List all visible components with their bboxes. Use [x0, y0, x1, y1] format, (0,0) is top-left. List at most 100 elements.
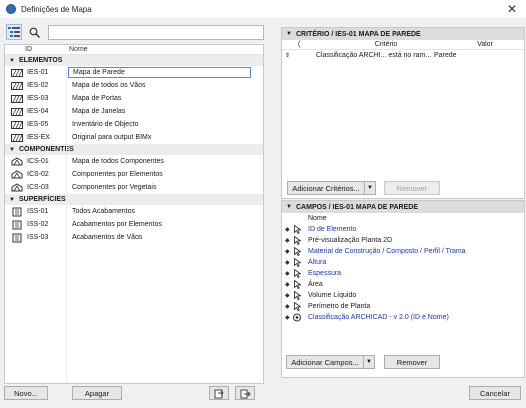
- field-row[interactable]: ◆ ID de Elemento: [282, 224, 524, 235]
- add-criteria-button[interactable]: Adicionar Critérios...: [287, 181, 365, 195]
- tree-row[interactable]: IES-02 Mapa de todos os Vãos: [5, 79, 263, 92]
- pointer-icon: [291, 225, 303, 234]
- add-fields-button[interactable]: Adicionar Campos...: [286, 355, 364, 369]
- field-row[interactable]: ◆ Pré-visualização Planta 2D: [282, 235, 524, 246]
- row-id: ISS-03: [27, 234, 49, 241]
- field-name: Classificação ARCHICAD - v 2.0 (ID e Nom…: [308, 314, 449, 321]
- field-row[interactable]: ◆ Material de Construção / Composto / Per…: [282, 246, 524, 257]
- tree-row[interactable]: IES-03 Mapa de Portas: [5, 92, 263, 105]
- cancel-button[interactable]: Cancelar: [469, 386, 521, 400]
- row-name: Acabamentos por Elementos: [72, 221, 162, 228]
- collapse-caret-icon[interactable]: ▼: [9, 58, 19, 64]
- row-name: Componentes por Vegetais: [72, 184, 157, 191]
- field-row[interactable]: ◆ Classificação ARCHICAD - v 2.0 (ID e No…: [282, 312, 524, 323]
- list-toolbar: [4, 22, 268, 42]
- group-elementos[interactable]: ▼ ELEMENTOS: [5, 55, 263, 66]
- export-button[interactable]: [235, 386, 255, 400]
- tree-row[interactable]: IES-05 Inventário de Objecto: [5, 118, 263, 131]
- field-name: Espessura: [308, 270, 342, 277]
- row-id: IES-02: [27, 82, 49, 89]
- fields-list: ◆ ID de Elemento ◆ Pré-visualização Planta …: [282, 224, 524, 323]
- tree-row[interactable]: ISS-02 Acabamentos por Elementos: [5, 218, 263, 231]
- field-name: Área: [308, 281, 323, 288]
- row-id: ISS-01: [27, 208, 49, 215]
- search-input[interactable]: [48, 24, 264, 40]
- title-bar: Definições de Mapa ✕: [0, 0, 526, 18]
- row-name: Original para output BIMx: [72, 134, 152, 141]
- drag-handle-icon[interactable]: ⇕: [282, 52, 296, 59]
- schedule-list-panel: ID Nome ▼ ELEMENTOS IES-01 Mapa de Parede IE…: [4, 22, 268, 404]
- group-componentes[interactable]: ▼ COMPONENTES: [5, 144, 263, 155]
- remove-fields-button[interactable]: Remover: [384, 355, 440, 369]
- collapse-caret-icon[interactable]: ▼: [286, 204, 296, 210]
- criterion-cell[interactable]: Classificação ARCHI... está no ram...: [296, 52, 432, 59]
- field-row[interactable]: ◆ Volume Líquido: [282, 290, 524, 301]
- import-icon: [214, 389, 224, 398]
- import-button[interactable]: [209, 386, 229, 400]
- element-schedule-icon: [11, 68, 25, 77]
- tree-row[interactable]: ICS-03 Componentes por Vegetais: [5, 181, 263, 194]
- tree-header: ID Nome: [5, 45, 263, 55]
- pointer-icon: [291, 258, 303, 267]
- row-id: ICS-03: [27, 184, 49, 191]
- field-name: Material de Construção / Composto / Perf…: [308, 248, 466, 255]
- value-cell[interactable]: Parede: [432, 52, 457, 59]
- tree-row[interactable]: IES-01 Mapa de Parede: [5, 66, 263, 79]
- group-superfícies[interactable]: ▼ SUPERFÍCIES: [5, 194, 263, 205]
- column-id: ID: [25, 46, 32, 53]
- row-name: Mapa de Parede: [68, 67, 251, 78]
- collapse-caret-icon[interactable]: ▼: [9, 197, 19, 203]
- row-name: Mapa de todos os Vãos: [72, 82, 146, 89]
- add-criteria-dropdown[interactable]: ▼: [364, 181, 376, 195]
- row-id: ISS-02: [27, 221, 49, 228]
- row-id: IES-03: [27, 95, 49, 102]
- search-icon[interactable]: [26, 24, 42, 40]
- collapse-caret-icon[interactable]: ▼: [286, 31, 296, 37]
- criteria-title: CRITÉRIO / IES-01 MAPA DE PAREDE: [296, 30, 421, 38]
- field-name: ID de Elemento: [308, 226, 357, 233]
- tree-row[interactable]: ICS-01 Mapa de todos Componentes: [5, 155, 263, 168]
- field-row[interactable]: ◆ Espessura: [282, 268, 524, 279]
- delete-button[interactable]: Apagar: [72, 386, 122, 400]
- tree-view-icon[interactable]: [6, 24, 22, 40]
- row-id: IES-01: [27, 69, 49, 76]
- row-name: Todos Acabamentos: [72, 208, 136, 215]
- field-row[interactable]: ◆ Altura: [282, 257, 524, 268]
- tree-row[interactable]: IES-04 Mapa de Janelas: [5, 105, 263, 118]
- tree-row[interactable]: IES-EX Original para output BIMx: [5, 131, 263, 144]
- field-row[interactable]: ◆ Área: [282, 279, 524, 290]
- fields-column-header: Nome: [308, 215, 327, 222]
- close-icon[interactable]: ✕: [507, 2, 517, 16]
- row-id: IES-04: [27, 108, 49, 115]
- criteria-columns: ( Critério Valor: [282, 40, 524, 50]
- surface-schedule-icon: [11, 220, 25, 230]
- column-name: Nome: [69, 46, 88, 53]
- field-row[interactable]: ◆ Perímetro de Planta: [282, 301, 524, 312]
- remove-criteria-button[interactable]: Remover: [384, 181, 440, 195]
- archicad-logo-icon: [6, 4, 16, 14]
- group-label: SUPERFÍCIES: [19, 196, 66, 203]
- pointer-icon: [291, 236, 303, 245]
- pointer-icon: [291, 280, 303, 289]
- tree-row[interactable]: ICS-02 Componentes por Elementos: [5, 168, 263, 181]
- criterion-column: Critério: [374, 41, 398, 48]
- dropdown-arrow-icon: ▼: [366, 359, 372, 365]
- classification-icon: [291, 313, 303, 322]
- collapse-caret-icon[interactable]: ▼: [9, 147, 19, 153]
- component-schedule-icon: [11, 170, 25, 179]
- row-id: IES-EX: [27, 134, 50, 141]
- tree-row[interactable]: ISS-01 Todos Acabamentos: [5, 205, 263, 218]
- row-name: Componentes por Elementos: [72, 171, 163, 178]
- row-name: Acabamentos de Vãos: [72, 234, 143, 241]
- paren-column: (: [298, 41, 301, 48]
- fields-header[interactable]: ▼ CAMPOS / IES-01 MAPA DE PAREDE: [282, 201, 524, 213]
- criteria-header[interactable]: ▼ CRITÉRIO / IES-01 MAPA DE PAREDE: [282, 28, 524, 40]
- criteria-row[interactable]: ⇕ Classificação ARCHI... está no ram... …: [282, 50, 524, 61]
- row-id: ICS-02: [27, 171, 49, 178]
- add-fields-dropdown[interactable]: ▼: [363, 355, 375, 369]
- criteria-panel: ▼ CRITÉRIO / IES-01 MAPA DE PAREDE ( Cri…: [281, 27, 525, 199]
- list-buttons: Novo... Apagar: [4, 386, 268, 404]
- new-button[interactable]: Novo...: [4, 386, 48, 400]
- tree-row[interactable]: ISS-03 Acabamentos de Vãos: [5, 231, 263, 244]
- column-divider: [66, 56, 67, 383]
